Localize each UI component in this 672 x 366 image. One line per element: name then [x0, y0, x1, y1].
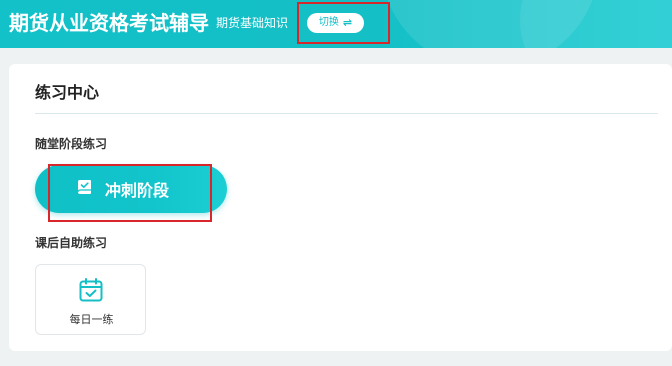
switch-subject-button[interactable]: 切换 ⇌: [307, 13, 364, 33]
practice-center-card: 练习中心 随堂阶段练习 冲刺阶段 课后自助练习 每日一练: [9, 64, 672, 351]
stage-highlight-box: [48, 164, 212, 222]
divider: [35, 113, 658, 114]
calendar-check-icon: [78, 277, 104, 307]
group-label-self-practice: 课后自助练习: [35, 236, 108, 250]
swap-icon: ⇌: [342, 16, 353, 29]
group-label-stage-practice: 随堂阶段练习: [35, 137, 108, 151]
switch-label: 切换: [318, 17, 339, 28]
current-subject: 期货基础知识: [216, 16, 289, 30]
app-title: 期货从业资格考试辅导: [9, 11, 209, 35]
app-header: 期货从业资格考试辅导 期货基础知识 切换 ⇌: [0, 0, 672, 48]
daily-practice-card[interactable]: 每日一练: [35, 264, 146, 335]
section-title: 练习中心: [35, 83, 100, 102]
daily-practice-label: 每日一练: [69, 313, 114, 326]
